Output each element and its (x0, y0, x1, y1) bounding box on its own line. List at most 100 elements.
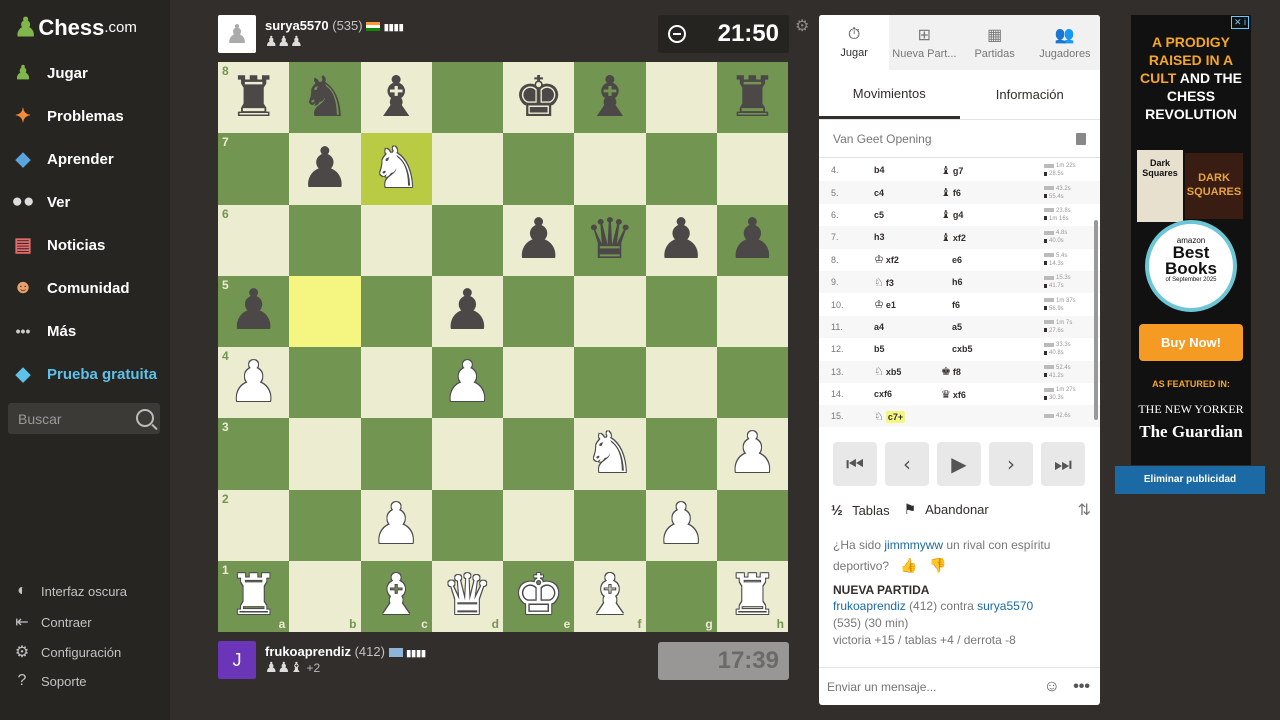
piece-e6[interactable]: ♟ (503, 205, 574, 276)
square-a2[interactable]: 2 (218, 489, 290, 561)
piece-f1[interactable]: ♝ (574, 561, 645, 632)
square-c4[interactable] (360, 347, 432, 419)
square-e4[interactable] (503, 347, 575, 419)
black-move[interactable]: h6 (952, 277, 1032, 287)
square-b3[interactable] (289, 418, 361, 490)
ad-choices-icon[interactable]: ✕ i (1230, 16, 1249, 29)
black-move[interactable]: ♝ xf2 (941, 231, 1021, 244)
square-g5[interactable] (645, 275, 717, 347)
piece-a5[interactable]: ♟ (218, 276, 289, 347)
previous-move-button[interactable]: ‹ (885, 442, 929, 486)
square-d3[interactable] (431, 418, 503, 490)
nav-aprender[interactable]: ◆ Aprender (10, 145, 114, 173)
piece-c7[interactable]: ♞ (361, 133, 432, 204)
white-move[interactable]: cxf6 (859, 389, 952, 399)
nav-problemas[interactable]: ✦ Problemas (10, 102, 124, 130)
square-h7[interactable] (716, 133, 788, 205)
tab-jugadores[interactable]: 👥 Jugadores (1030, 15, 1100, 70)
next-move-button[interactable]: › (989, 442, 1033, 486)
tab-partidas[interactable]: ▦ Partidas (960, 15, 1030, 70)
white-move[interactable]: c4 (859, 188, 952, 198)
flip-board-icon[interactable]: ⇅ (1078, 500, 1091, 520)
black-player-link[interactable]: surya5570 (977, 599, 1033, 613)
piece-f3[interactable]: ♞ (574, 418, 645, 489)
square-c3[interactable] (360, 418, 432, 490)
search-input[interactable] (8, 410, 128, 427)
piece-e1[interactable]: ♚ (503, 561, 574, 632)
board-settings-gear-icon[interactable]: ⚙ (795, 16, 809, 36)
nav-jugar[interactable]: ♟ Jugar (10, 59, 87, 87)
piece-a4[interactable]: ♟ (218, 347, 289, 418)
collapse-button[interactable]: ⇤ Contraer (12, 612, 91, 632)
square-h4[interactable] (716, 347, 788, 419)
square-d6[interactable] (431, 204, 503, 276)
piece-f6[interactable]: ♛ (574, 205, 645, 276)
black-move[interactable]: e6 (952, 255, 1032, 265)
square-g8[interactable] (645, 62, 717, 134)
square-d7[interactable] (431, 133, 503, 205)
square-f4[interactable] (574, 347, 646, 419)
square-a7[interactable]: 7 (218, 133, 290, 205)
more-options-icon[interactable]: ••• (1073, 678, 1090, 696)
square-d2[interactable] (431, 489, 503, 561)
white-move[interactable]: ♔ e1 (859, 298, 952, 311)
black-move[interactable]: cxb5 (952, 344, 1032, 354)
piece-d1[interactable]: ♛ (432, 561, 503, 632)
emoji-icon[interactable]: ☺ (1044, 678, 1060, 696)
piece-d5[interactable]: ♟ (432, 276, 503, 347)
white-move[interactable]: a4 (859, 322, 952, 332)
square-e5[interactable] (503, 275, 575, 347)
white-move[interactable]: ♘ c7+ (859, 410, 952, 423)
settings-link[interactable]: ⚙ Configuración (12, 642, 121, 662)
square-h2[interactable] (716, 489, 788, 561)
piece-g2[interactable]: ♟ (646, 490, 717, 561)
white-move[interactable]: ♘ xb5 (859, 365, 952, 378)
tab-informacion[interactable]: Información (960, 70, 1101, 119)
square-g1[interactable]: g (645, 560, 717, 632)
square-h5[interactable] (716, 275, 788, 347)
white-move[interactable]: ♘ f3 (859, 276, 952, 289)
chess-board[interactable]: 8 7 6 5 4 3 2 1 a b c d e f g h ♜ ♞ ♝ ♚ ♝ ♜ ♟ ♞ ♟ ♛ ♟ ♟ ♟ ♟ ♟ ♟ ♞ ♟ ♟ ♟ ♜ ♝ ♛ ♚… (218, 62, 788, 632)
rival-link[interactable]: jimmmyww (884, 538, 943, 552)
top-player-avatar[interactable]: ♟ (218, 15, 256, 53)
nav-noticias[interactable]: ▤ Noticias (10, 231, 105, 259)
tab-nueva-partida[interactable]: ⊞ Nueva Part... (889, 15, 959, 70)
square-a6[interactable]: 6 (218, 204, 290, 276)
bottom-player-avatar[interactable]: J (218, 641, 256, 679)
piece-c8[interactable]: ♝ (361, 62, 432, 133)
piece-a8[interactable]: ♜ (218, 62, 289, 133)
nav-prueba-gratuita[interactable]: ◆ Prueba gratuita (10, 360, 157, 388)
square-b6[interactable] (289, 204, 361, 276)
piece-d4[interactable]: ♟ (432, 347, 503, 418)
square-b1[interactable]: b (289, 560, 361, 632)
square-f7[interactable] (574, 133, 646, 205)
draw-button[interactable]: ½ Tablas (831, 502, 890, 518)
support-link[interactable]: ? Soporte (12, 672, 87, 690)
first-move-button[interactable]: ⏮ (833, 442, 877, 486)
square-a3[interactable]: 3 (218, 418, 290, 490)
piece-h8[interactable]: ♜ (717, 62, 788, 133)
square-c5[interactable] (360, 275, 432, 347)
move-list[interactable]: 4. b4 ♝ g7 1m 22s 28.5s 5. c4 ♝ f6 43.2s 55.4s 6. c5 ♝… (819, 159, 1100, 427)
dark-mode-toggle[interactable]: ◐ Interfaz oscura (12, 582, 127, 600)
piece-g6[interactable]: ♟ (646, 205, 717, 276)
white-player-link[interactable]: frukoaprendiz (833, 599, 906, 613)
black-move[interactable]: f6 (952, 300, 1032, 310)
nav-comunidad[interactable]: ☻ Comunidad (10, 274, 130, 302)
piece-c1[interactable]: ♝ (361, 561, 432, 632)
square-f2[interactable] (574, 489, 646, 561)
last-move-button[interactable]: ⏭ (1041, 442, 1085, 486)
piece-e8[interactable]: ♚ (503, 62, 574, 133)
move-list-scrollbar[interactable] (1094, 220, 1098, 420)
bottom-player-name[interactable]: frukoaprendiz (265, 644, 351, 659)
message-input[interactable] (827, 679, 1027, 694)
piece-c2[interactable]: ♟ (361, 490, 432, 561)
square-b4[interactable] (289, 347, 361, 419)
piece-b7[interactable]: ♟ (289, 133, 360, 204)
square-b2[interactable] (289, 489, 361, 561)
square-g3[interactable] (645, 418, 717, 490)
black-move[interactable]: ♝ g7 (941, 164, 1021, 177)
piece-h3[interactable]: ♟ (717, 418, 788, 489)
white-move[interactable]: c5 (859, 210, 952, 220)
opening-name[interactable]: Van Geet Opening (833, 132, 932, 146)
